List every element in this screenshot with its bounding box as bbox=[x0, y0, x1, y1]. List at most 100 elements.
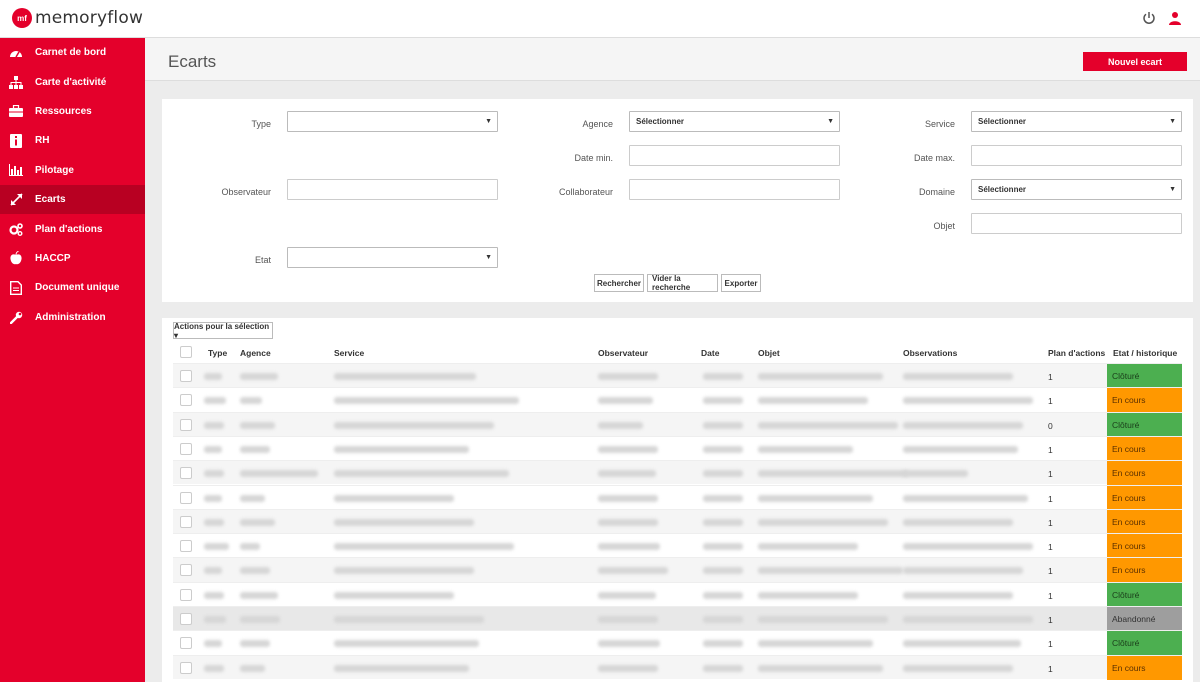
column-header[interactable]: Objet bbox=[758, 348, 780, 358]
row-checkbox[interactable] bbox=[180, 540, 192, 553]
table-row[interactable]: 0 Clôturé bbox=[173, 411, 1182, 437]
table-row[interactable]: 1 En cours bbox=[173, 533, 1182, 559]
column-header[interactable]: Service bbox=[334, 348, 364, 358]
observateur-input[interactable] bbox=[287, 179, 498, 200]
user-icon[interactable] bbox=[1168, 11, 1182, 25]
domaine-select[interactable]: Sélectionner ▼ bbox=[971, 179, 1182, 200]
row-checkbox[interactable] bbox=[180, 637, 192, 650]
sidebar-item-plan-actions[interactable]: Plan d'actions bbox=[0, 214, 145, 243]
sidebar-item-ressources[interactable]: Ressources bbox=[0, 97, 145, 126]
agence-select[interactable]: Sélectionner ▼ bbox=[629, 111, 840, 132]
redacted-cell bbox=[598, 373, 658, 380]
sidebar-item-carte-activite[interactable]: Carte d'activité bbox=[0, 67, 145, 96]
redacted-cell bbox=[204, 664, 224, 672]
row-checkbox[interactable] bbox=[180, 442, 192, 455]
status-badge[interactable]: En cours bbox=[1107, 388, 1182, 413]
column-header[interactable]: Date bbox=[701, 348, 719, 358]
table-row[interactable]: 1 En cours bbox=[173, 557, 1182, 583]
objet-input[interactable] bbox=[971, 213, 1182, 234]
plan-actions-count: 1 bbox=[1048, 663, 1053, 674]
collaborateur-input[interactable] bbox=[629, 179, 840, 200]
sidebar-item-label: HACCP bbox=[35, 252, 71, 264]
status-badge[interactable]: En cours bbox=[1107, 436, 1182, 461]
status-badge[interactable]: En cours bbox=[1107, 558, 1182, 583]
redacted-cell bbox=[204, 591, 224, 599]
status-badge[interactable]: Clôturé bbox=[1107, 582, 1182, 607]
status-badge[interactable]: Clôturé bbox=[1107, 364, 1182, 388]
export-button[interactable]: Exporter bbox=[721, 274, 761, 292]
date-min-input[interactable] bbox=[629, 145, 840, 166]
table-row[interactable]: 1 En cours bbox=[173, 508, 1182, 534]
redacted-cell bbox=[204, 640, 222, 648]
table-row[interactable]: 1 Clôturé bbox=[173, 581, 1182, 607]
expand-arrows-icon bbox=[9, 193, 23, 207]
type-select[interactable]: ▼ bbox=[287, 111, 498, 132]
clear-search-button[interactable]: Vider la recherche bbox=[647, 274, 718, 292]
table-row[interactable]: 1 Clôturé bbox=[173, 630, 1182, 656]
table-row[interactable]: 1 Clôturé bbox=[173, 363, 1182, 388]
status-badge[interactable]: Abandonné bbox=[1107, 607, 1182, 631]
redacted-cell bbox=[758, 518, 888, 526]
select-all-checkbox[interactable] bbox=[180, 346, 192, 358]
table-row[interactable]: 1 Abandonné bbox=[173, 606, 1182, 631]
row-checkbox[interactable] bbox=[180, 418, 192, 431]
top-bar: mf memoryflow bbox=[0, 0, 1200, 38]
sidebar-item-ecarts[interactable]: Ecarts bbox=[0, 184, 145, 215]
search-button[interactable]: Rechercher bbox=[594, 274, 644, 292]
table-row[interactable]: 1 En cours bbox=[173, 484, 1182, 510]
row-checkbox[interactable] bbox=[180, 491, 192, 504]
status-badge[interactable]: En cours bbox=[1107, 655, 1182, 680]
selection-actions-button[interactable]: Actions pour la sélection ▾ bbox=[173, 322, 273, 340]
filter-panel: Type ▼ Agence Sélectionner ▼ Service Séle… bbox=[162, 99, 1193, 302]
row-checkbox[interactable] bbox=[180, 515, 192, 528]
column-header[interactable]: Plan d'actions bbox=[1048, 348, 1105, 358]
sidebar-item-rh[interactable]: RH bbox=[0, 126, 145, 155]
status-badge[interactable]: En cours bbox=[1107, 461, 1182, 486]
sidebar-item-document-unique[interactable]: Document unique bbox=[0, 273, 145, 302]
power-icon[interactable] bbox=[1142, 11, 1156, 25]
info-icon bbox=[9, 133, 23, 148]
status-badge[interactable]: Clôturé bbox=[1107, 412, 1182, 437]
row-checkbox[interactable] bbox=[180, 661, 192, 674]
redacted-cell bbox=[598, 421, 643, 429]
redacted-cell bbox=[903, 373, 1013, 380]
redacted-cell bbox=[334, 543, 514, 551]
table-row[interactable]: 1 En cours bbox=[173, 654, 1182, 680]
briefcase-icon bbox=[9, 104, 23, 118]
redacted-cell bbox=[758, 373, 883, 380]
row-checkbox[interactable] bbox=[180, 467, 192, 480]
etat-select[interactable]: ▼ bbox=[287, 247, 498, 268]
redacted-cell bbox=[703, 616, 743, 623]
service-select[interactable]: Sélectionner ▼ bbox=[971, 111, 1182, 132]
sidebar-item-carnet-de-bord[interactable]: Carnet de bord bbox=[0, 38, 145, 67]
sidebar-item-label: Plan d'actions bbox=[35, 223, 103, 235]
sidebar-item-pilotage[interactable]: Pilotage bbox=[0, 156, 145, 185]
redacted-cell bbox=[903, 567, 1023, 575]
row-checkbox[interactable] bbox=[180, 394, 192, 407]
sidebar-item-administration[interactable]: Administration bbox=[0, 303, 145, 332]
table-row[interactable]: 1 En cours bbox=[173, 387, 1182, 413]
status-badge[interactable]: Clôturé bbox=[1107, 631, 1182, 656]
table-row[interactable]: 1 En cours bbox=[173, 460, 1182, 486]
row-checkbox[interactable] bbox=[180, 370, 192, 382]
row-checkbox[interactable] bbox=[180, 588, 192, 601]
column-header[interactable]: Observateur bbox=[598, 348, 648, 358]
status-badge[interactable]: En cours bbox=[1107, 509, 1182, 534]
row-checkbox[interactable] bbox=[180, 613, 192, 625]
status-badge[interactable]: En cours bbox=[1107, 534, 1182, 559]
plan-actions-count: 1 bbox=[1048, 542, 1053, 553]
table-row[interactable]: 1 En cours bbox=[173, 435, 1182, 461]
plan-actions-count: 1 bbox=[1048, 469, 1053, 480]
bar-chart-icon bbox=[9, 163, 23, 177]
column-header[interactable]: Agence bbox=[240, 348, 271, 358]
sidebar-item-haccp[interactable]: HACCP bbox=[0, 244, 145, 273]
app-logo[interactable]: mf memoryflow bbox=[12, 8, 143, 28]
new-ecart-button[interactable]: Nouvel ecart bbox=[1083, 52, 1187, 71]
column-header[interactable]: Etat / historique bbox=[1113, 348, 1177, 358]
status-badge[interactable]: En cours bbox=[1107, 485, 1182, 510]
column-header[interactable]: Observations bbox=[903, 348, 957, 358]
caret-down-icon: ▼ bbox=[485, 254, 492, 261]
row-checkbox[interactable] bbox=[180, 564, 192, 577]
date-max-input[interactable] bbox=[971, 145, 1182, 166]
column-header[interactable]: Type bbox=[208, 348, 227, 358]
